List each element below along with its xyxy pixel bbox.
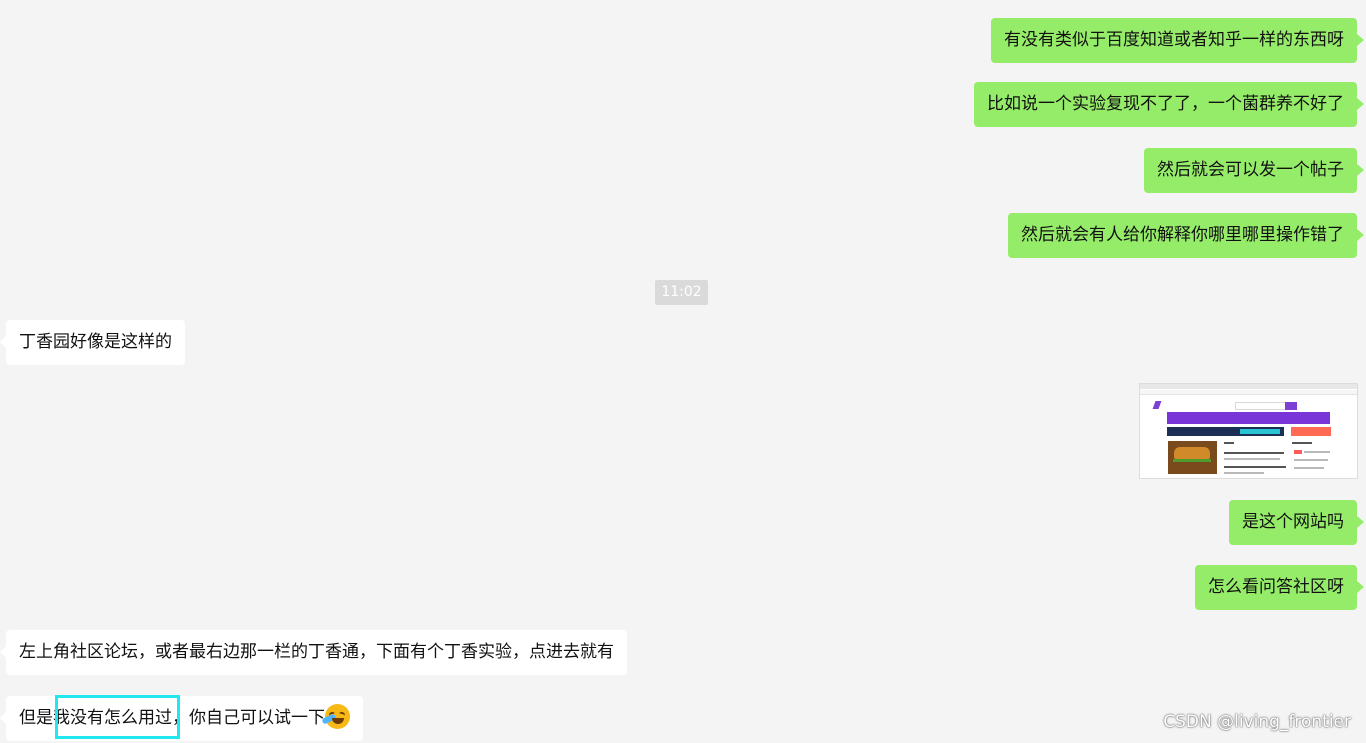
thumb-logo-icon	[1152, 401, 1162, 409]
sent-message[interactable]: 怎么看问答社区呀	[1195, 565, 1364, 610]
thumb-navbar	[1167, 412, 1330, 424]
received-message[interactable]: 丁香园好像是这样的	[0, 320, 185, 365]
sent-message[interactable]: 有没有类似于百度知道或者知乎一样的东西呀	[991, 18, 1364, 63]
received-message[interactable]: 左上角社区论坛，或者最右边那一栏的丁香通，下面有个丁香实验，点进去就有	[0, 630, 627, 675]
highlighted-text: 我没有怎么用过	[53, 708, 172, 728]
timestamp-badge: 11:02	[655, 280, 708, 305]
thumb-text-line	[1224, 466, 1286, 468]
sent-message[interactable]: 然后就会可以发一个帖子	[1144, 148, 1364, 193]
thumb-text-line	[1224, 442, 1234, 444]
watermark: CSDN @living_frontier	[1163, 712, 1351, 732]
message-text: ，你自己可以试一下	[172, 708, 325, 728]
sent-message[interactable]: 比如说一个实验复现不了了，一个菌群养不好了	[974, 82, 1364, 127]
thumb-text-line	[1224, 452, 1284, 454]
thumb-banner-accent	[1240, 429, 1280, 434]
laughing-crying-emoji-icon	[321, 703, 350, 729]
received-message[interactable]: 但是我没有怎么用过，你自己可以试一下	[0, 696, 363, 741]
thumb-red-dot	[1294, 450, 1302, 454]
thumb-text-line	[1224, 472, 1264, 474]
thumb-red-button	[1291, 427, 1331, 436]
thumb-text-line	[1292, 442, 1312, 444]
thumb-text-line	[1294, 467, 1324, 469]
thumb-food-lettuce	[1173, 459, 1211, 462]
sent-message[interactable]: 是这个网站吗	[1229, 500, 1364, 545]
thumb-text-line	[1224, 458, 1280, 460]
thumb-search	[1235, 402, 1287, 410]
thumb-food-bun	[1174, 447, 1210, 459]
thumb-search-button	[1285, 402, 1297, 410]
thumb-text-line	[1294, 459, 1328, 461]
thumb-tabs	[1140, 384, 1357, 389]
thumb-addressbar	[1140, 390, 1357, 395]
thumb-text-line	[1304, 451, 1330, 453]
sent-message[interactable]: 然后就会有人给你解释你哪里哪里操作错了	[1008, 213, 1364, 258]
website-screenshot-thumbnail[interactable]	[1139, 383, 1358, 479]
message-text: 但是	[19, 708, 53, 728]
